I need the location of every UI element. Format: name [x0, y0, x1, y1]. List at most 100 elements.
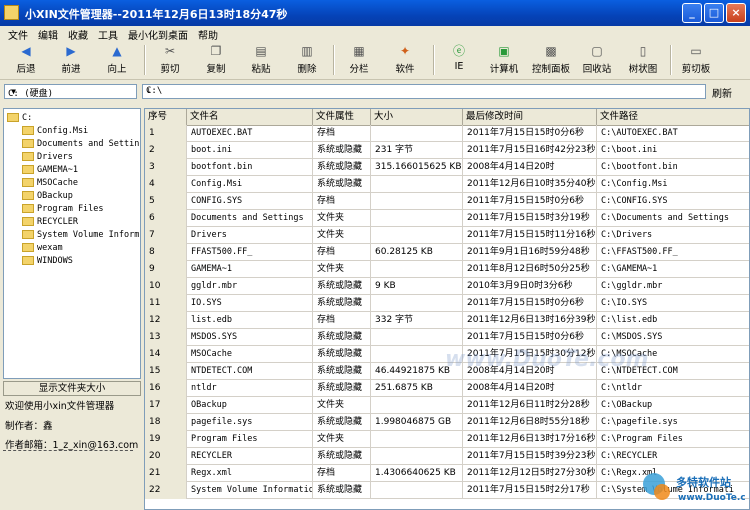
recycle-bin-button[interactable]: ▢ 回收站	[575, 43, 619, 77]
table-cell: C:\OBackup	[597, 397, 749, 414]
table-cell: C:\Config.Msi	[597, 176, 749, 193]
table-cell: 1.4306640625 KB	[371, 465, 463, 482]
table-cell: GAMEMA~1	[187, 261, 313, 278]
table-cell: 2008年4月14日20时	[463, 380, 597, 397]
menu-tools[interactable]: 工具	[98, 27, 118, 42]
column-header[interactable]: 文件属性	[313, 109, 371, 125]
path-dropdown-icon[interactable]: ↓	[146, 86, 701, 96]
table-cell: 9	[145, 261, 187, 278]
back-arrow-icon: ◀	[21, 44, 31, 58]
menu-minimize-to-desktop[interactable]: 最小化到桌面	[128, 27, 188, 42]
table-row[interactable]: 16 ntldr 系统或隐藏 251.6875 KB 2008年4月14日20时 C:\n…	[145, 380, 749, 397]
table-row[interactable]: 6 Documents and Settings 文件夹 2011年7月15日15时3…	[145, 210, 749, 227]
tree-item[interactable]: OBackup	[22, 190, 73, 203]
forward-button[interactable]: ▶ 前进	[49, 43, 93, 77]
tree-item[interactable]: MSOCache	[22, 177, 78, 190]
column-header[interactable]: 序号	[145, 109, 187, 125]
back-button[interactable]: ◀ 后退	[4, 43, 48, 77]
software-button[interactable]: ✦ 软件	[383, 43, 427, 77]
split-button[interactable]: ▦ 分栏	[337, 43, 381, 77]
computer-icon: ▣	[498, 44, 510, 58]
up-button[interactable]: ▲ 向上	[95, 43, 139, 77]
table-cell: 存档	[313, 244, 371, 261]
column-header[interactable]: 最后修改时间	[463, 109, 597, 125]
copy-icon: ❐	[210, 44, 222, 58]
table-cell	[371, 448, 463, 465]
table-row[interactable]: 11 IO.SYS 系统或隐藏 2011年7月15日15时0分6秒 C:\IO.SYS	[145, 295, 749, 312]
table-cell	[371, 397, 463, 414]
table-cell: 2011年7月15日15时0分6秒	[463, 295, 597, 312]
table-cell: list.edb	[187, 312, 313, 329]
tree-view-icon: ▯	[639, 44, 647, 58]
table-cell: 251.6875 KB	[371, 380, 463, 397]
drive-select[interactable]: C: (硬盘) ▼	[4, 84, 137, 99]
maximize-button[interactable]: □	[704, 3, 724, 23]
tree-item[interactable]: Config.Msi	[22, 125, 88, 138]
ie-button[interactable]: ⓔ IE	[437, 43, 481, 77]
table-row[interactable]: 13 MSDOS.SYS 系统或隐藏 2011年7月15日15时0分6秒 C:\MSDO…	[145, 329, 749, 346]
file-table[interactable]: 序号 文件名 文件属性 大小 最后修改时间 文件路径 1 AUTOEXEC.BAT…	[144, 108, 750, 510]
tree-item[interactable]: wexam	[22, 242, 63, 255]
column-header[interactable]: 文件路径	[597, 109, 749, 125]
column-header[interactable]: 文件名	[187, 109, 313, 125]
column-header[interactable]: 大小	[371, 109, 463, 125]
chevron-down-icon[interactable]: ▼	[8, 86, 19, 97]
table-row[interactable]: 10 ggldr.mbr 系统或隐藏 9 KB 2010年3月9日0时3分6秒 C:\gg…	[145, 278, 749, 295]
computer-button[interactable]: ▣ 计算机	[482, 43, 526, 77]
minimize-button[interactable]: _	[682, 3, 702, 23]
tree-item[interactable]: Program Files	[22, 203, 104, 216]
cut-button[interactable]: ✂ 剪切	[148, 43, 192, 77]
copy-button[interactable]: ❐ 复制	[194, 43, 238, 77]
table-cell: C:\boot.ini	[597, 142, 749, 159]
table-cell: C:\CONFIG.SYS	[597, 193, 749, 210]
table-row[interactable]: 1 AUTOEXEC.BAT 存档 2011年7月15日15时0分6秒 C:\AUTOE…	[145, 125, 749, 142]
table-row[interactable]: 2 boot.ini 系统或隐藏 231 字节 2011年7月15日16时42分23秒 C…	[145, 142, 749, 159]
table-row[interactable]: 17 OBackup 文件夹 2011年12月6日11时2分28秒 C:\OBackup	[145, 397, 749, 414]
table-row[interactable]: 8 FFAST500.FF_ 存档 60.28125 KB 2011年9月1日16时59…	[145, 244, 749, 261]
folder-tree[interactable]: C: Config.Msi Documents and Settin Drive…	[3, 108, 141, 379]
table-row[interactable]: 7 Drivers 文件夹 2011年7月15日15时11分16秒 C:\Drivers	[145, 227, 749, 244]
folder-icon	[7, 113, 19, 122]
window-title: 小XIN文件管理器--2011年12月6日13时18分47秒	[25, 8, 288, 21]
table-cell: Program Files	[187, 431, 313, 448]
table-row[interactable]: 3 bootfont.bin 系统或隐藏 315.166015625 KB 2008年4…	[145, 159, 749, 176]
table-cell: 2011年7月15日16时42分23秒	[463, 142, 597, 159]
menu-edit[interactable]: 编辑	[38, 27, 58, 42]
table-row[interactable]: 20 RECYCLER 系统或隐藏 2011年7月15日15时39分23秒 C:\REC…	[145, 448, 749, 465]
table-cell	[371, 210, 463, 227]
tree-item[interactable]: System Volume Inform	[22, 229, 139, 242]
tree-item[interactable]: WINDOWS	[22, 255, 73, 268]
table-row[interactable]: 12 list.edb 存档 332 字节 2011年12月6日13时16分39秒 C:\…	[145, 312, 749, 329]
menu-help[interactable]: 帮助	[198, 27, 218, 42]
table-row[interactable]: 5 CONFIG.SYS 存档 2011年7月15日15时0分6秒 C:\CONFIG.…	[145, 193, 749, 210]
clipboard-button[interactable]: ▭ 剪切板	[674, 43, 718, 77]
table-cell: 存档	[313, 125, 371, 142]
paste-button[interactable]: ▤ 粘贴	[239, 43, 283, 77]
table-cell: Documents and Settings	[187, 210, 313, 227]
table-row[interactable]: 19 Program Files 文件夹 2011年12月6日13时17分16秒 C:\…	[145, 431, 749, 448]
delete-button[interactable]: ▥ 删除	[285, 43, 329, 77]
refresh-button[interactable]: 刷新	[712, 85, 732, 100]
tree-root[interactable]: C:	[7, 112, 32, 125]
menu-file[interactable]: 文件	[8, 27, 28, 42]
svg-text:多特软件站: 多特软件站	[676, 475, 731, 489]
table-cell: 15	[145, 363, 187, 380]
tree-item[interactable]: RECYCLER	[22, 216, 78, 229]
path-input[interactable]: C:\ ↓	[142, 84, 706, 99]
tree-item[interactable]: GAMEMA~1	[22, 164, 78, 177]
show-folder-size-button[interactable]: 显示文件夹大小	[3, 381, 141, 396]
table-cell: 5	[145, 193, 187, 210]
tree-item[interactable]: Documents and Settin	[22, 138, 139, 151]
table-row[interactable]: 9 GAMEMA~1 文件夹 2011年8月12日6时50分25秒 C:\GAMEMA~…	[145, 261, 749, 278]
tree-view-button[interactable]: ▯ 树状图	[621, 43, 665, 77]
tree-item[interactable]: Drivers	[22, 151, 73, 164]
table-cell: C:\GAMEMA~1	[597, 261, 749, 278]
menu-favorites[interactable]: 收藏	[68, 27, 88, 42]
control-panel-button[interactable]: ▩ 控制面板	[529, 43, 573, 77]
table-row[interactable]: 4 Config.Msi 系统或隐藏 2011年12月6日10时35分40秒 C:\Co…	[145, 176, 749, 193]
table-cell: 系统或隐藏	[313, 346, 371, 363]
close-button[interactable]: ×	[726, 3, 746, 23]
address-bar: C: (硬盘) ▼ C:\ ↓ 刷新	[0, 80, 750, 104]
table-row[interactable]: 18 pagefile.sys 系统或隐藏 1.998046875 GB 2011年12…	[145, 414, 749, 431]
title-bar[interactable]: 小XIN文件管理器--2011年12月6日13时18分47秒 _ □ ×	[0, 0, 750, 26]
